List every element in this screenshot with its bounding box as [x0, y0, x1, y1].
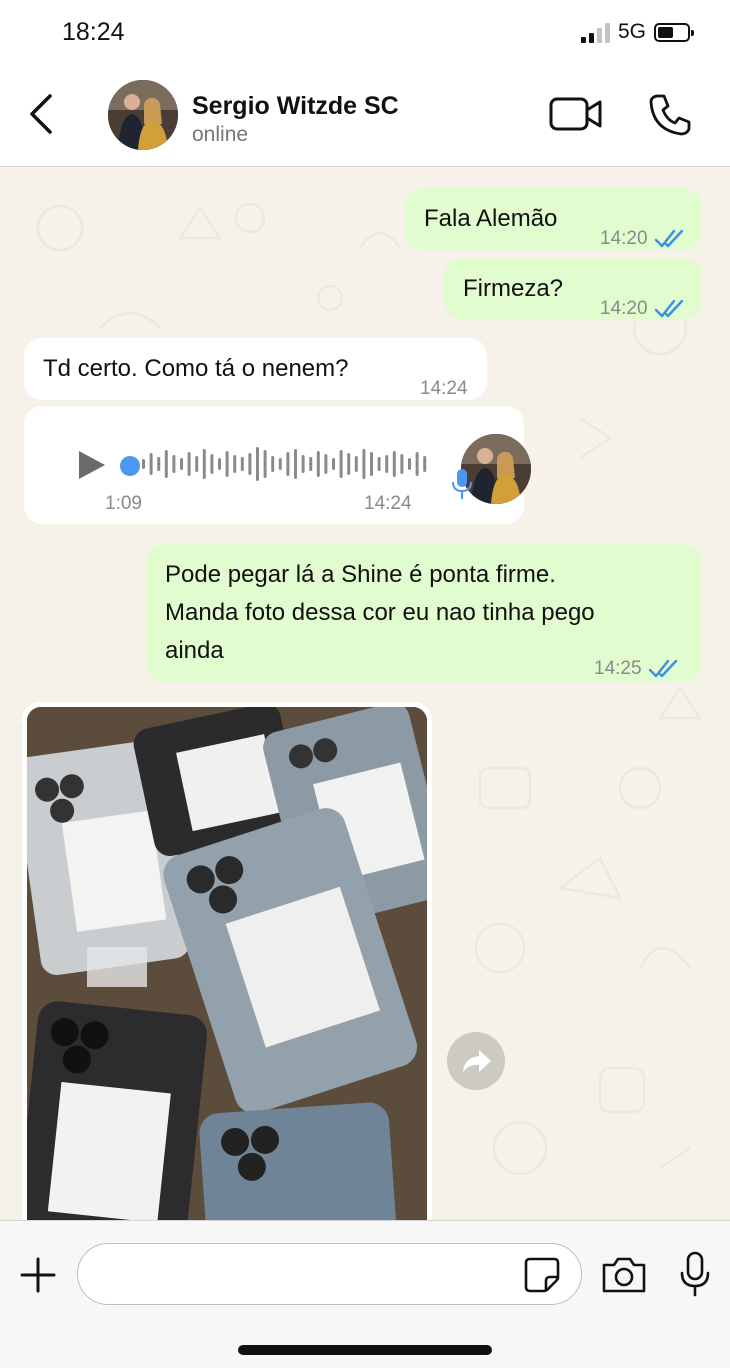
message-text: Fala Alemão [424, 205, 558, 232]
voice-duration: 1:09 [105, 493, 142, 514]
waveform-bar [278, 458, 282, 470]
waveform-bar [339, 450, 343, 478]
waveform-bar [210, 454, 214, 474]
waveform-bar [392, 451, 396, 477]
video-call-icon[interactable] [548, 94, 604, 134]
voice-message[interactable]: 1:09 14:24 [24, 406, 531, 524]
back-arrow-icon[interactable] [22, 92, 62, 136]
message-time: 14:24 [364, 493, 412, 514]
waveform-bar [354, 456, 358, 472]
waveform-bar [294, 449, 297, 479]
play-icon[interactable] [76, 448, 108, 482]
waveform-bar [347, 453, 351, 475]
message-input[interactable] [77, 1243, 582, 1305]
read-receipt-icon [654, 229, 683, 248]
waveform-bar [202, 449, 206, 479]
message-text: Pode pegar lá a Shine é ponta firme. Man… [165, 556, 595, 670]
waveform-bar [286, 452, 290, 476]
message-text: Firmeza? [463, 275, 564, 302]
waveform-bar [408, 458, 411, 470]
network-label: 5G [617, 20, 646, 43]
waveform-bar [218, 458, 221, 470]
forward-button[interactable] [447, 1032, 505, 1090]
message-time: 14:20 [600, 228, 648, 249]
waveform-bar [423, 456, 427, 472]
waveform-bar [316, 451, 320, 477]
message-photo[interactable] [27, 707, 427, 1220]
waveform-bar [248, 453, 252, 475]
waveform-bar [240, 457, 244, 471]
waveform-bar [332, 458, 335, 470]
waveform[interactable] [142, 444, 442, 484]
signal-icon [580, 21, 610, 43]
message-line: Manda foto dessa cor eu nao tinha pego [165, 599, 595, 626]
waveform-bar [385, 455, 389, 473]
battery-icon [654, 22, 694, 42]
waveform-bar [400, 454, 404, 474]
message-bubble-outgoing[interactable]: Pode pegar lá a Shine é ponta firme. Man… [146, 544, 702, 682]
message-text: Td certo. Como tá o nenem? [43, 355, 349, 382]
waveform-bar [324, 454, 328, 474]
message-meta: 14:25 [594, 650, 680, 688]
waveform-bar [263, 450, 267, 478]
status-time: 18:24 [62, 18, 125, 46]
waveform-bar [172, 455, 176, 473]
message-meta: 14:20 [600, 290, 686, 328]
message-meta: 14:24 [420, 370, 468, 408]
waveform-bar [142, 459, 145, 469]
chat-header: Sergio Witzde SC online [0, 70, 730, 167]
waveform-bar [256, 447, 259, 481]
waveform-bar [370, 452, 373, 476]
message-bubble-outgoing[interactable]: Fala Alemão 14:20 [405, 188, 702, 250]
status-bar: 18:24 5G [0, 0, 730, 70]
microphone-icon[interactable] [678, 1251, 712, 1297]
home-indicator [238, 1345, 492, 1355]
microphone-icon [452, 469, 472, 499]
status-indicators: 5G [580, 20, 694, 44]
message-meta: 14:20 [600, 220, 686, 258]
waveform-bar [195, 456, 199, 472]
contact-avatar[interactable] [108, 80, 178, 150]
message-bubble-outgoing[interactable]: Firmeza? 14:20 [444, 258, 702, 320]
sticker-icon[interactable] [522, 1255, 562, 1295]
waveform-bar [225, 451, 229, 477]
waveform-bar [164, 450, 168, 478]
playback-position-dot[interactable] [120, 456, 140, 476]
phone-call-icon[interactable] [647, 92, 693, 138]
waveform-bar [415, 452, 419, 476]
contact-status: online [192, 123, 249, 146]
waveform-bar [309, 457, 313, 471]
waveform-bar [301, 455, 305, 473]
waveform-bar [187, 452, 191, 476]
waveform-bar [362, 449, 366, 479]
image-message[interactable] [22, 702, 432, 1220]
read-receipt-icon [654, 299, 683, 318]
waveform-bar [377, 457, 381, 471]
chat-area[interactable]: Fala Alemão 14:20 Firmeza? 14:20 Td cert… [0, 168, 730, 1220]
message-line: Pode pegar lá a Shine é ponta firme. [165, 561, 556, 588]
message-time: 14:20 [600, 298, 648, 319]
message-time: 14:25 [594, 658, 642, 679]
message-bubble-incoming[interactable]: Td certo. Como tá o nenem? 14:24 [24, 338, 487, 400]
waveform-bar [233, 455, 237, 473]
read-receipt-icon [648, 659, 677, 678]
contact-name[interactable]: Sergio Witzde SC [192, 92, 399, 121]
plus-icon[interactable] [18, 1255, 58, 1295]
waveform-bar [271, 456, 275, 472]
camera-icon[interactable] [600, 1255, 648, 1295]
message-input-bar [0, 1220, 730, 1368]
message-time: 14:24 [420, 378, 468, 399]
waveform-bar [157, 457, 161, 471]
waveform-bar [149, 453, 153, 475]
message-line: ainda [165, 637, 224, 664]
waveform-bar [180, 458, 183, 470]
